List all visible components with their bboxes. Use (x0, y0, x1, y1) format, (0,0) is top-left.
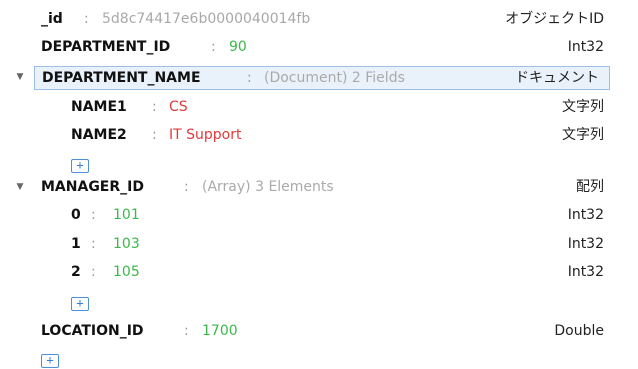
field-summary: (Array) 3 Elements (202, 179, 334, 195)
field-separator: : (91, 207, 96, 223)
field-key: DEPARTMENT_ID (41, 39, 171, 55)
field-type: オブジェクトID (505, 11, 604, 27)
field-value[interactable]: 105 (113, 259, 140, 285)
field-type: 文字列 (562, 99, 604, 115)
field-type: 配列 (576, 179, 604, 195)
field-value[interactable]: CS (169, 94, 188, 120)
field-separator: : (184, 179, 189, 195)
field-value[interactable]: 101 (113, 202, 140, 228)
field-key: 1 (71, 236, 81, 252)
field-value[interactable]: IT Support (169, 122, 241, 148)
field-separator: : (247, 70, 252, 86)
add-element-button[interactable]: + (71, 297, 89, 311)
field-row-element-0[interactable]: 0 : 101 Int32 (0, 202, 616, 228)
field-type: ドキュメント (515, 70, 599, 86)
field-type: Int32 (567, 236, 604, 252)
field-type: Int32 (567, 39, 604, 55)
field-key: NAME2 (71, 127, 127, 143)
field-value[interactable]: 90 (229, 34, 247, 60)
field-key: DEPARTMENT_NAME (42, 70, 201, 86)
field-type: Double (554, 323, 604, 339)
field-type: 文字列 (562, 127, 604, 143)
field-row-element-1[interactable]: 1 : 103 Int32 (0, 231, 616, 257)
field-value[interactable]: 5d8c74417e6b0000040014fb (102, 6, 310, 32)
field-row-manager-id[interactable]: MANAGER_ID : (Array) 3 Elements 配列 (0, 174, 616, 200)
field-type: Int32 (567, 264, 604, 280)
field-row-department-id[interactable]: DEPARTMENT_ID : 90 Int32 (0, 34, 616, 60)
caret-down-icon[interactable]: ▼ (14, 64, 26, 90)
field-separator: : (184, 323, 189, 339)
field-separator: : (152, 127, 157, 143)
add-root-field-button[interactable]: + (41, 354, 59, 368)
add-field-button[interactable]: + (71, 159, 89, 173)
field-separator: : (84, 11, 89, 27)
field-key: NAME1 (71, 99, 127, 115)
field-key: MANAGER_ID (41, 179, 144, 195)
document-tree: _id : 5d8c74417e6b0000040014fb オブジェクトID … (0, 0, 638, 369)
field-row-department-name[interactable]: DEPARTMENT_NAME : (Document) 2 Fields ドキ… (34, 66, 610, 90)
field-separator: : (211, 39, 216, 55)
field-summary: (Document) 2 Fields (264, 70, 405, 86)
field-value[interactable]: 103 (113, 231, 140, 257)
field-separator: : (152, 99, 157, 115)
field-row-name2[interactable]: NAME2 : IT Support 文字列 (0, 122, 616, 148)
field-key: 0 (71, 207, 81, 223)
field-row-id[interactable]: _id : 5d8c74417e6b0000040014fb オブジェクトID (0, 6, 616, 32)
field-key: 2 (71, 264, 81, 280)
field-value[interactable]: 1700 (202, 318, 238, 344)
field-separator: : (91, 236, 96, 252)
field-row-name1[interactable]: NAME1 : CS 文字列 (0, 94, 616, 120)
field-row-element-2[interactable]: 2 : 105 Int32 (0, 259, 616, 285)
field-key: LOCATION_ID (41, 323, 144, 339)
field-row-location-id[interactable]: LOCATION_ID : 1700 Double (0, 318, 616, 344)
field-key: _id (41, 11, 63, 27)
field-separator: : (91, 264, 96, 280)
field-type: Int32 (567, 207, 604, 223)
